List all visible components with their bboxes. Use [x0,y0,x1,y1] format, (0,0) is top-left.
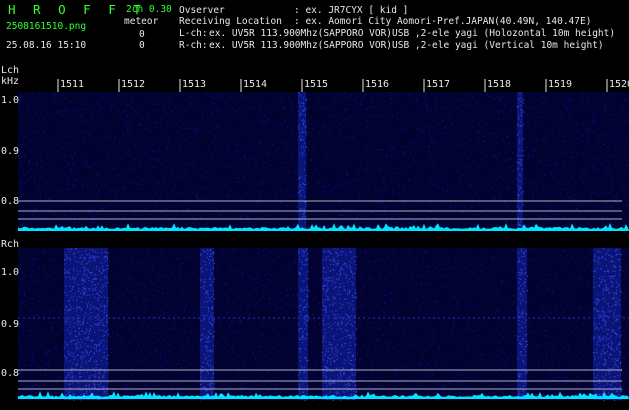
lch-unit: kHz [1,76,20,87]
time-tick-1520: 1520 [609,79,629,90]
lch-tick-1-0: 1.0 [1,95,20,106]
lch-tick-0-9: 0.9 [1,146,20,157]
spectrogram [18,79,629,402]
rch-tick-1-0: 1.0 [1,267,20,278]
rch-label: Rch [1,239,20,250]
time-tick-1513: 1513 [182,79,207,90]
time-tick-1511: 1511 [60,79,85,90]
time-tick-1519: 1519 [548,79,573,90]
rch-tick-0-8: 0.8 [1,368,20,379]
rch-tick-0-9: 0.9 [1,319,20,330]
lch-label: Lch [1,65,20,76]
time-tick-1515: 1515 [304,79,329,90]
time-tick-1512: 1512 [121,79,146,90]
time-tick-1517: 1517 [426,79,451,90]
rch-spectrogram [18,248,629,402]
lch-tick-0-8: 0.8 [1,196,20,207]
time-tick-1518: 1518 [487,79,512,90]
lch-spectrogram [18,92,629,232]
time-tick-1514: 1514 [243,79,268,90]
time-tick-1516: 1516 [365,79,390,90]
